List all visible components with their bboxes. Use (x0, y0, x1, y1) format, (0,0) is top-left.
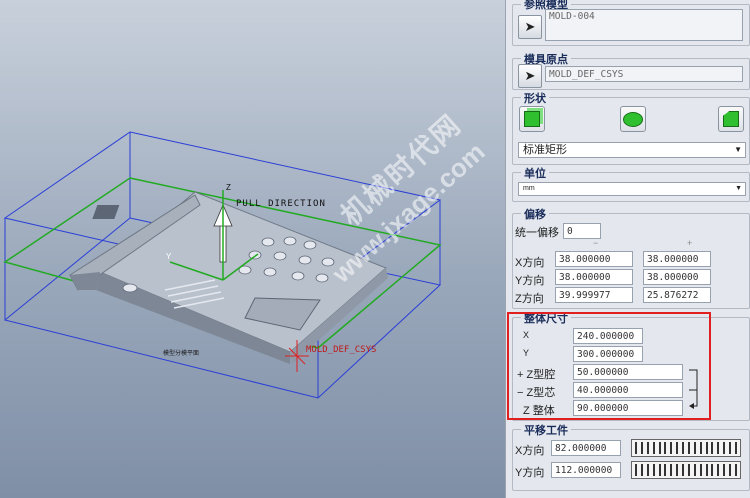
uniform-offset-label: 统一偏移 (515, 227, 559, 239)
cursor-arrow-icon: ➤ (524, 68, 536, 83)
offset-group: 偏移 统一偏移 0 − + X方向 38.000000 38.000000 Y方… (512, 206, 750, 309)
mold-origin-group: 模具原点 ➤ MOLD_DEF_CSYS (512, 51, 750, 90)
mold-origin-select-button[interactable]: ➤ (518, 64, 542, 88)
overall-size-highlight (507, 312, 711, 420)
translate-y-field[interactable]: 112.000000 (551, 462, 621, 478)
shape-dropdown[interactable]: 标准矩形 ▼ (518, 142, 746, 158)
model-viewport[interactable]: PULL DIRECTION Z Y MOLD_DEF_CSYS 模型分模平面 (0, 0, 505, 498)
unit-title: 单位 (521, 165, 549, 181)
offset-x-label: X方向 (515, 257, 545, 269)
offset-plus-header: + (687, 238, 693, 248)
axis-y-label: Y (166, 252, 172, 261)
translate-x-thumbwheel[interactable] (631, 439, 741, 457)
shape-selected: 标准矩形 (523, 144, 567, 156)
offset-y-label: Y方向 (515, 275, 545, 287)
axis-z-label: Z (226, 183, 231, 192)
molded-part (69, 191, 388, 364)
translate-x-label: X方向 (515, 445, 545, 457)
ref-model-select-button[interactable]: ➤ (518, 15, 542, 39)
cube-icon (524, 111, 540, 127)
shape-cylinder-button[interactable] (620, 106, 646, 132)
dropdown-arrow-icon: ▼ (735, 185, 742, 192)
offset-title: 偏移 (521, 206, 549, 222)
translate-group: 平移工件 X方向 82.000000 Y方向 112.000000 (512, 422, 750, 491)
prism-icon (723, 111, 739, 127)
pull-direction-label: PULL DIRECTION (236, 199, 326, 209)
ref-model-group: 参照模型 ➤ MOLD-004 (512, 0, 750, 46)
offset-z-label: Z方向 (515, 293, 544, 305)
translate-y-thumbwheel[interactable] (631, 461, 741, 479)
offset-z-minus-field[interactable]: 39.999977 (555, 287, 633, 303)
workpiece-settings-panel: 参照模型 ➤ MOLD-004 模具原点 ➤ MOLD_DEF_CSYS 形状 … (505, 0, 750, 498)
dropdown-arrow-icon: ▼ (734, 145, 742, 154)
mold-origin-field[interactable]: MOLD_DEF_CSYS (545, 66, 743, 82)
model-view-graphics (3, 131, 442, 399)
shape-group: 形状 标准矩形 ▼ (512, 90, 750, 165)
uniform-offset-field[interactable]: 0 (563, 223, 601, 239)
shape-title: 形状 (521, 90, 549, 106)
translate-x-field[interactable]: 82.000000 (551, 440, 621, 456)
translate-title: 平移工件 (521, 422, 571, 438)
parting-plane-label: 模型分模平面 (163, 351, 200, 357)
offset-y-plus-field[interactable]: 38.000000 (643, 269, 711, 285)
offset-y-minus-field[interactable]: 38.000000 (555, 269, 633, 285)
unit-selected: mm (523, 185, 535, 192)
offset-z-plus-field[interactable]: 25.876272 (643, 287, 711, 303)
csys-label: MOLD_DEF_CSYS (306, 345, 377, 355)
cylinder-icon (623, 111, 643, 127)
shape-box-button[interactable] (519, 106, 545, 132)
shape-custom-button[interactable] (718, 106, 744, 132)
offset-minus-header: − (593, 238, 599, 248)
unit-dropdown[interactable]: mm ▼ (518, 182, 746, 196)
unit-group: 单位 mm ▼ (512, 165, 750, 202)
cursor-arrow-icon: ➤ (524, 19, 536, 34)
translate-y-label: Y方向 (515, 467, 545, 479)
ref-model-field[interactable]: MOLD-004 (545, 9, 743, 41)
offset-x-minus-field[interactable]: 38.000000 (555, 251, 633, 267)
offset-x-plus-field[interactable]: 38.000000 (643, 251, 711, 267)
